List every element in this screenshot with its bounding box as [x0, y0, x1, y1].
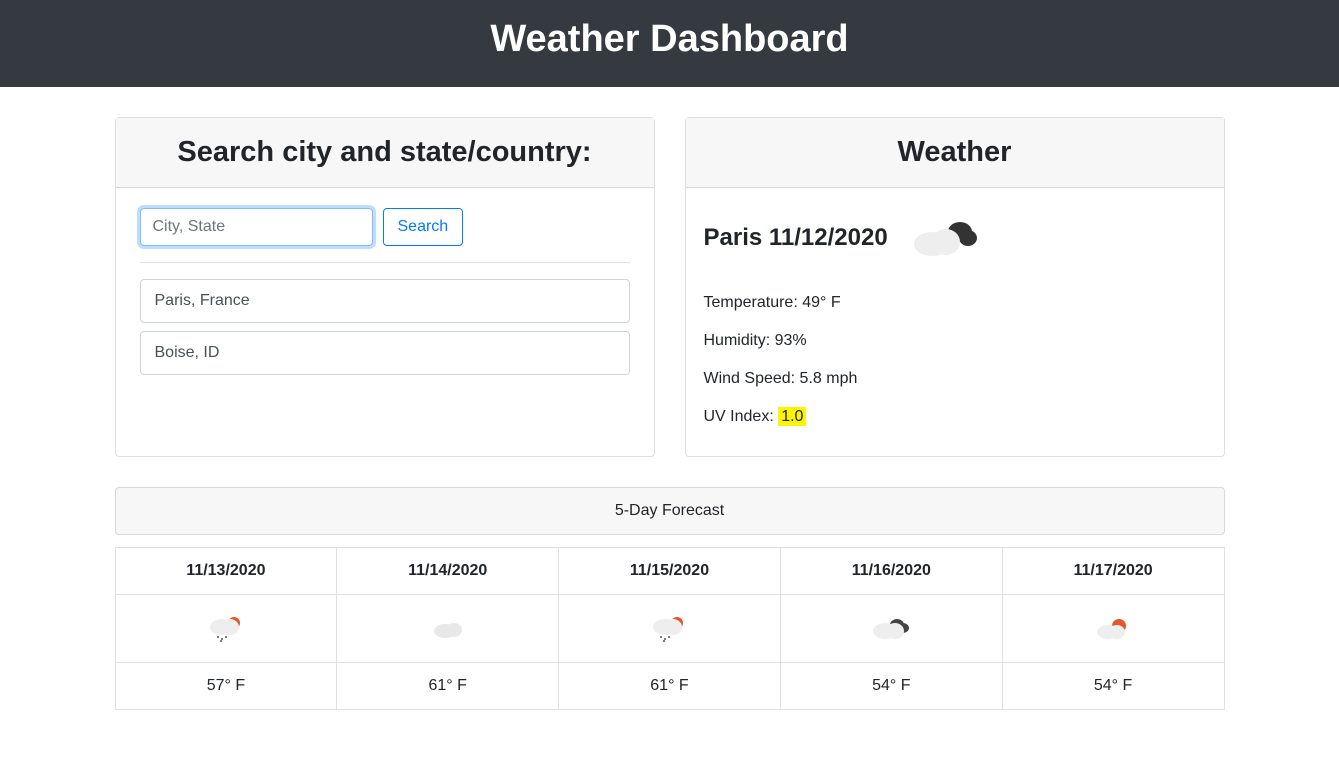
- forecast-temp: 54° F: [1002, 663, 1224, 710]
- forecast-table: 11/13/2020 11/14/2020 11/15/2020 11/16/2…: [115, 547, 1225, 710]
- current-weather-card: Weather Paris 11/12/2020 Temperature: 49…: [685, 117, 1225, 457]
- search-history-list: Paris, France Boise, ID: [140, 279, 630, 375]
- search-input[interactable]: [140, 208, 373, 246]
- weather-card-header: Weather: [686, 118, 1224, 188]
- history-item[interactable]: Paris, France: [140, 279, 630, 323]
- uv-label: UV Index:: [704, 408, 779, 425]
- temperature-stat: Temperature: 49° F: [704, 294, 1206, 312]
- forecast-date: 11/13/2020: [115, 548, 337, 595]
- humidity-stat: Humidity: 93%: [704, 332, 1206, 350]
- forecast-date: 11/17/2020: [1002, 548, 1224, 595]
- uv-stat: UV Index: 1.0: [704, 408, 1206, 426]
- history-item[interactable]: Boise, ID: [140, 331, 630, 375]
- forecast-temp: 61° F: [559, 663, 781, 710]
- forecast-temp: 54° F: [780, 663, 1002, 710]
- wind-stat: Wind Speed: 5.8 mph: [704, 370, 1206, 388]
- forecast-date: 11/15/2020: [559, 548, 781, 595]
- cloud-gray-icon: [791, 617, 992, 641]
- cloud-dark-icon: [912, 218, 978, 258]
- forecast-section: 5-Day Forecast 11/13/2020 11/14/2020 11/…: [115, 487, 1225, 710]
- uv-badge: 1.0: [778, 407, 806, 426]
- forecast-temp: 57° F: [115, 663, 337, 710]
- forecast-date: 11/16/2020: [780, 548, 1002, 595]
- rain-sun-icon: [126, 615, 327, 643]
- cloud-sun-icon: [1013, 617, 1214, 641]
- search-card: Search city and state/country: Search Pa…: [115, 117, 655, 457]
- forecast-temp: 61° F: [337, 663, 559, 710]
- current-weather-title: Paris 11/12/2020: [704, 224, 888, 252]
- search-card-header: Search city and state/country:: [116, 118, 654, 188]
- forecast-header: 5-Day Forecast: [115, 487, 1225, 535]
- search-button[interactable]: Search: [383, 208, 464, 246]
- rain-sun-icon: [569, 615, 770, 643]
- cloud-light-icon: [347, 619, 548, 639]
- forecast-date: 11/14/2020: [337, 548, 559, 595]
- page-title: Weather Dashboard: [0, 0, 1339, 87]
